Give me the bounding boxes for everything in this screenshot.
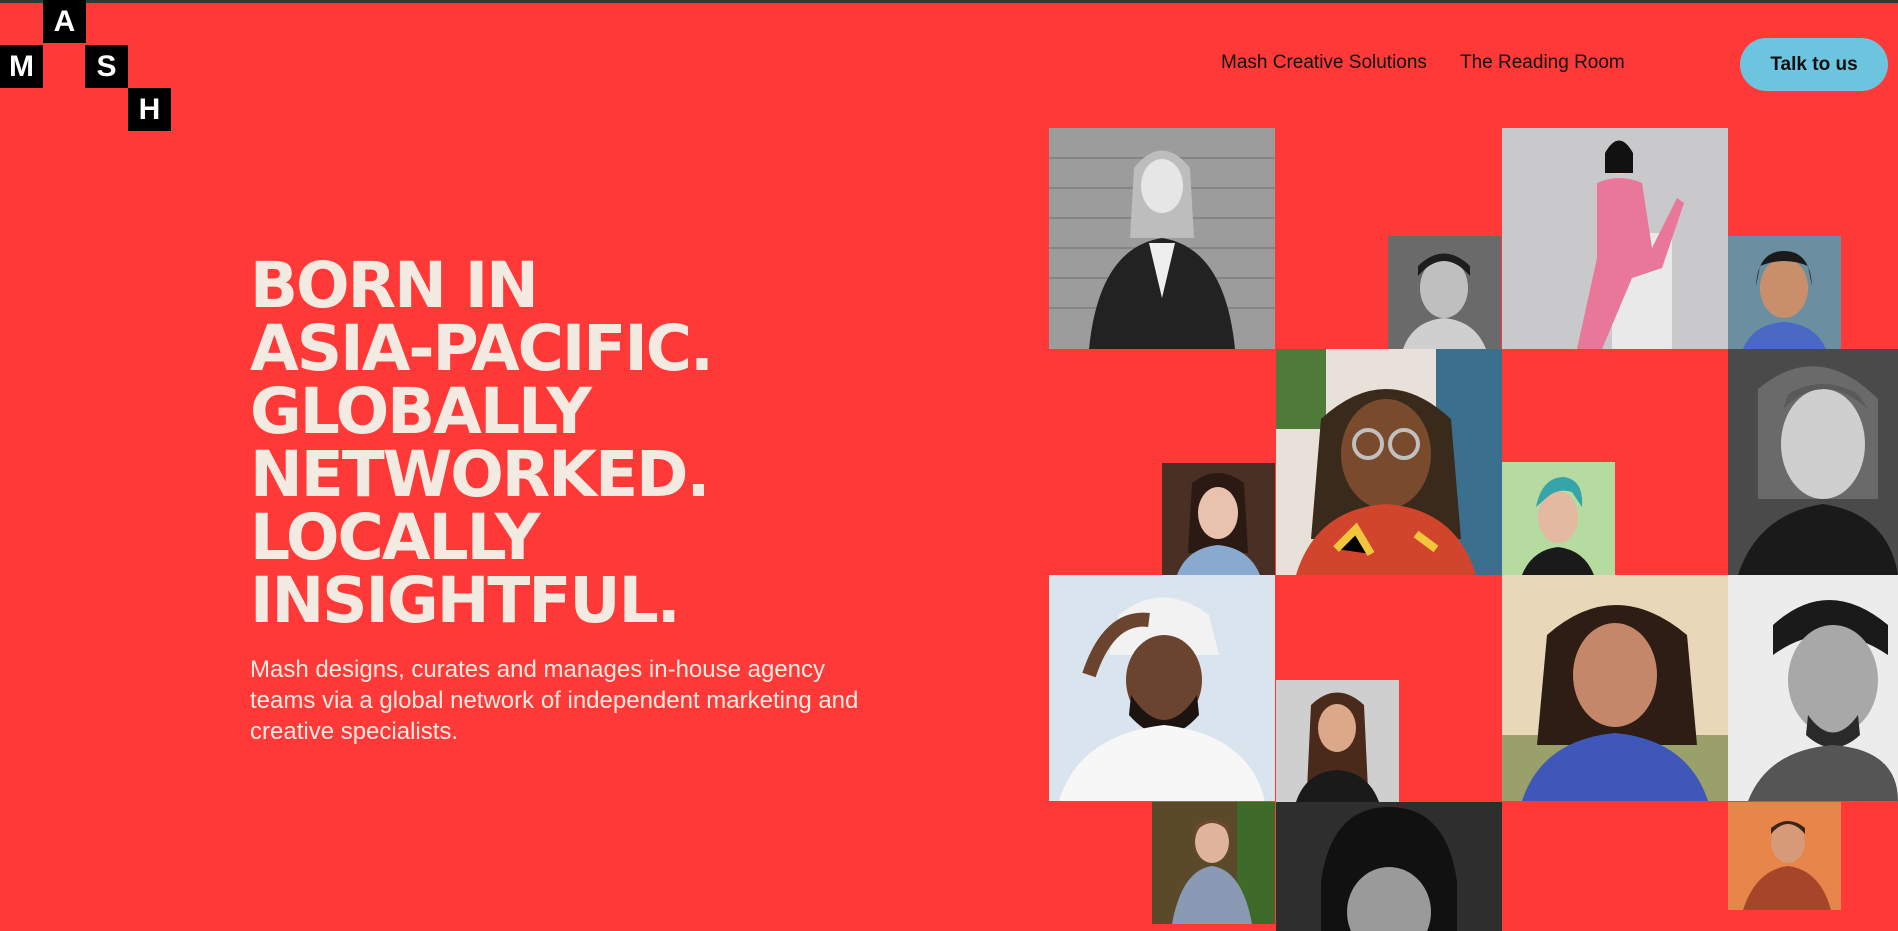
portrait-photo (1049, 575, 1275, 801)
portrait-photo (1728, 349, 1898, 575)
portrait-photo (1388, 236, 1501, 349)
portrait-photo (1502, 575, 1728, 801)
portrait-photo (1502, 128, 1728, 349)
portrait-photo (1728, 236, 1841, 349)
portrait-photo (1276, 680, 1399, 802)
logo-letter-h: H (128, 88, 171, 131)
headline-line: BORN IN (250, 249, 539, 322)
portrait-photo (1152, 802, 1275, 924)
hero-subtext: Mash designs, curates and manages in-hou… (250, 656, 859, 745)
headline-line: GLOBALLY (250, 375, 592, 448)
top-border (0, 0, 1898, 3)
portrait-photo (1728, 802, 1841, 910)
hero-headline: BORN IN ASIA-PACIFIC. GLOBALLY NETWORKED… (250, 254, 950, 632)
headline-line: LOCALLY (250, 501, 541, 574)
headline-line: INSIGHTFUL. (250, 564, 681, 637)
nav-link-reading-room[interactable]: The Reading Room (1460, 52, 1625, 74)
nav-link-creative-solutions[interactable]: Mash Creative Solutions (1221, 52, 1427, 74)
portrait-photo (1276, 802, 1502, 931)
portrait-photo (1049, 128, 1275, 349)
headline-line: ASIA-PACIFIC. (250, 312, 714, 385)
portrait-photo (1502, 462, 1615, 575)
talk-to-us-button[interactable]: Talk to us (1740, 38, 1888, 91)
logo-letter-a: A (43, 0, 86, 43)
portrait-photo (1728, 575, 1898, 801)
portrait-photo (1162, 463, 1275, 575)
mash-logo[interactable]: A M S H (0, 0, 172, 132)
logo-letter-m: M (0, 45, 43, 88)
portrait-photo (1276, 349, 1502, 575)
headline-line: NETWORKED. (250, 438, 710, 511)
logo-letter-s: S (85, 45, 128, 88)
